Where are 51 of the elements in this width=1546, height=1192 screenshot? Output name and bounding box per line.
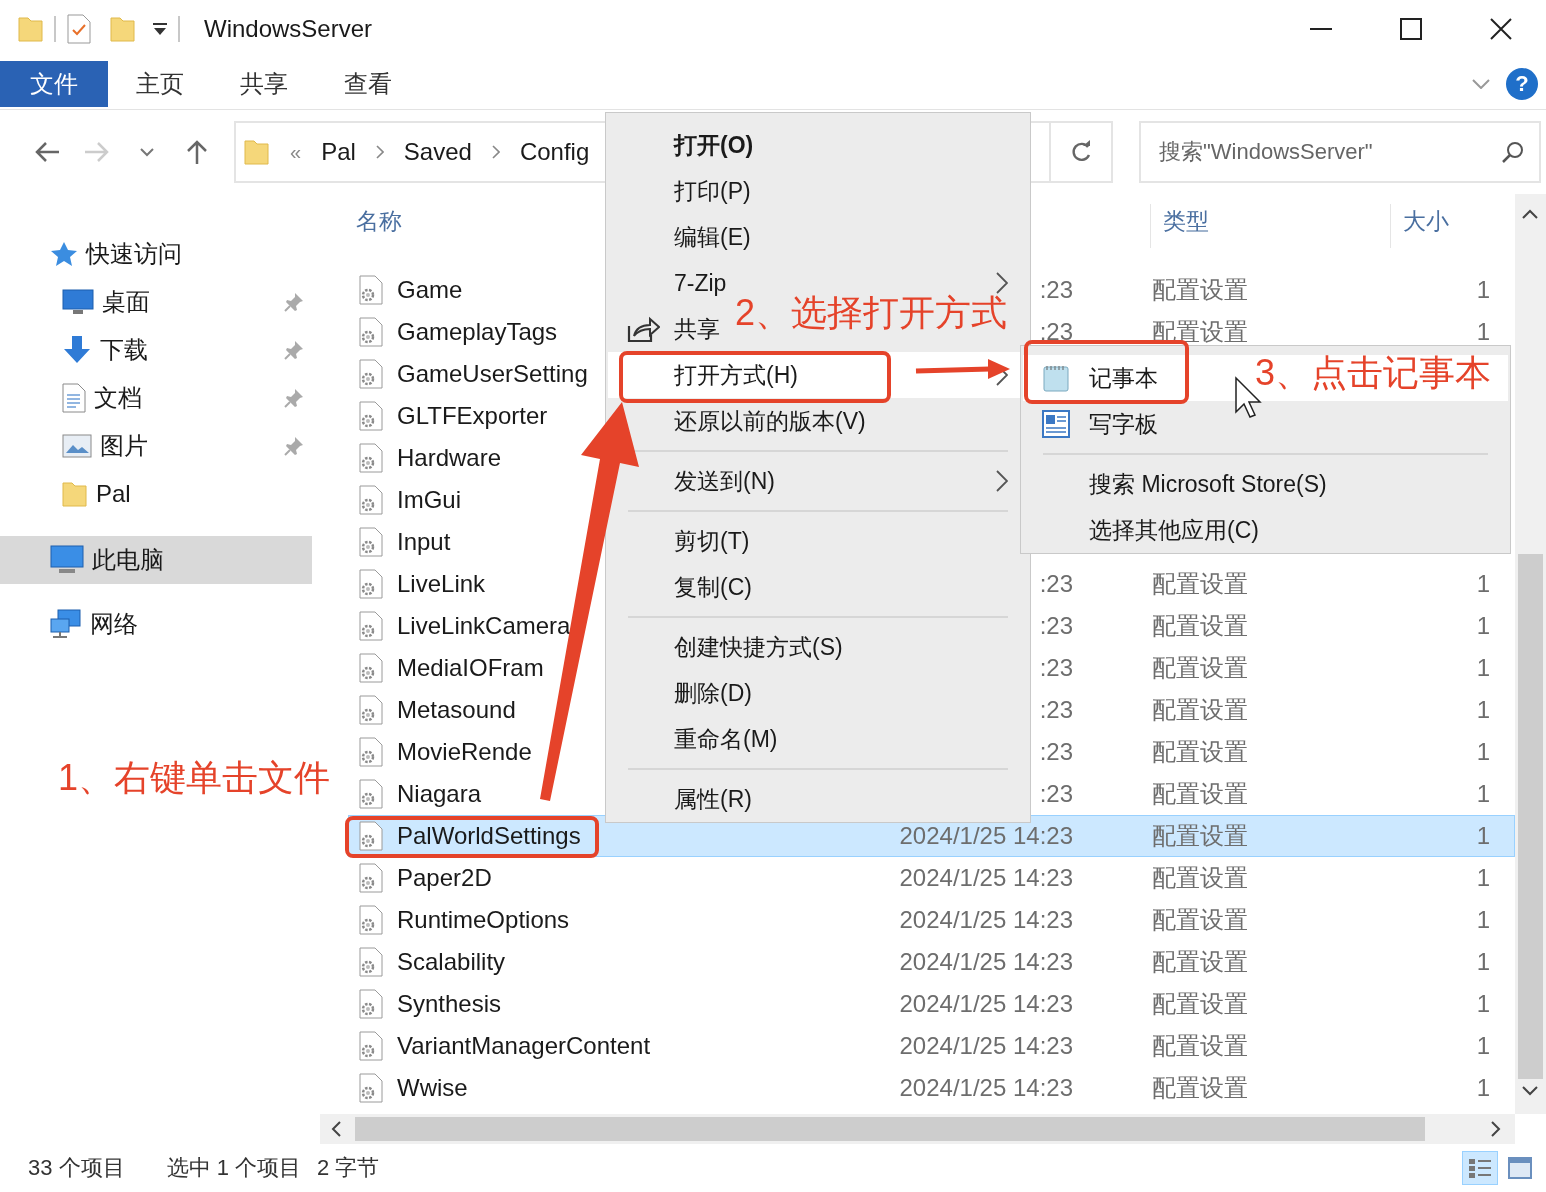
annotation-text: 2、选择打开方式 (735, 295, 1008, 331)
file-size: 1 (1476, 317, 1490, 347)
file-type: 配置设置 (1152, 653, 1248, 683)
file-size: 1 (1476, 275, 1490, 305)
item-count: 33 个项目 (28, 1154, 125, 1182)
file-type: 配置设置 (1152, 905, 1248, 935)
file-type: 配置设置 (1152, 569, 1248, 599)
modified-date: 2024/1/25 14:23 (899, 821, 1073, 851)
file-type: 配置设置 (1152, 863, 1248, 893)
modified-date: 2024/1/25 14:23 (899, 947, 1073, 977)
modified-date: 2024/1/25 14:23 (899, 989, 1073, 1019)
file-type: 配置设置 (1152, 821, 1248, 851)
modified-date: :23 (1039, 275, 1073, 305)
file-size: 1 (1476, 947, 1490, 977)
window-title: WindowsServer (204, 14, 373, 44)
file-size: 1 (1476, 695, 1490, 725)
file-size: 1 (1476, 779, 1490, 809)
file-type: 配置设置 (1152, 947, 1248, 977)
file-type: 配置设置 (1152, 1073, 1248, 1103)
modified-date: :23 (1039, 779, 1073, 809)
file-type: 配置设置 (1152, 611, 1248, 641)
file-size: 1 (1476, 863, 1490, 893)
file-size: 1 (1476, 1031, 1490, 1061)
modified-date: 2024/1/25 14:23 (899, 1031, 1073, 1061)
file-type: 配置设置 (1152, 737, 1248, 767)
modified-date: :23 (1039, 569, 1073, 599)
modified-date: 2024/1/25 14:23 (899, 863, 1073, 893)
file-size: 1 (1476, 737, 1490, 767)
file-size: 1 (1476, 989, 1490, 1019)
file-size: 1 (1476, 611, 1490, 641)
modified-date: 2024/1/25 14:23 (899, 905, 1073, 935)
annotation-text: 3、点击记事本 (1255, 355, 1492, 391)
file-type: 配置设置 (1152, 779, 1248, 809)
modified-date: :23 (1039, 737, 1073, 767)
file-type: 配置设置 (1152, 1031, 1248, 1061)
annotation-text: 1、右键单击文件 (58, 760, 331, 796)
file-size: 1 (1476, 569, 1490, 599)
file-size: 1 (1476, 821, 1490, 851)
selection-size: 2 字节 (317, 1154, 380, 1182)
modified-date: :23 (1039, 695, 1073, 725)
file-size: 1 (1476, 1073, 1490, 1103)
modified-date: :23 (1039, 611, 1073, 641)
file-size: 1 (1476, 905, 1490, 935)
modified-date: 2024/1/25 14:23 (899, 1073, 1073, 1103)
selection-count: 选中 1 个项目 (166, 1154, 302, 1182)
file-type: 配置设置 (1152, 275, 1248, 305)
modified-date: :23 (1039, 317, 1073, 347)
file-size: 1 (1476, 653, 1490, 683)
file-type: 配置设置 (1152, 695, 1248, 725)
file-type: 配置设置 (1152, 989, 1248, 1019)
modified-date: :23 (1039, 653, 1073, 683)
